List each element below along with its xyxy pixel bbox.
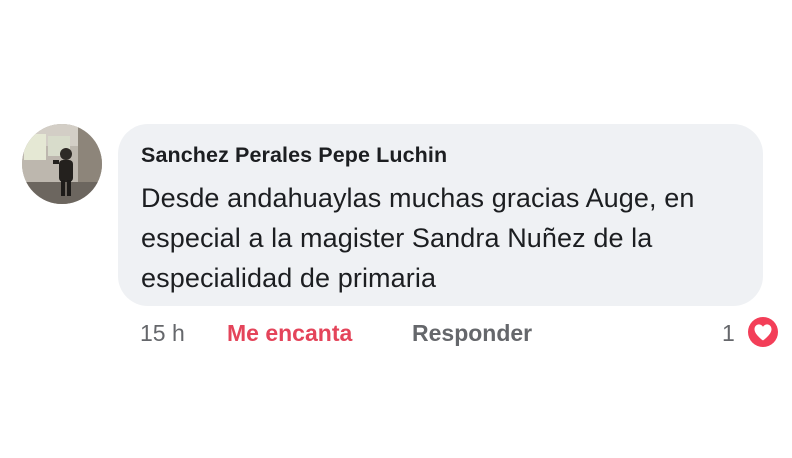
reaction-button[interactable]: Me encanta — [227, 318, 352, 348]
heart-icon[interactable] — [745, 314, 781, 350]
comment-text: Desde andahuaylas muchas gracias Auge, e… — [141, 183, 695, 293]
avatar[interactable] — [22, 124, 102, 204]
reaction-count[interactable]: 1 — [722, 318, 735, 348]
avatar-photo — [22, 124, 102, 204]
reply-button[interactable]: Responder — [412, 318, 532, 348]
comment-author[interactable]: Sanchez Perales Pepe Luchin — [141, 140, 739, 170]
comment: Sanchez Perales Pepe Luchin Desde andahu… — [0, 0, 792, 458]
comment-timestamp[interactable]: 15 h — [140, 318, 185, 348]
comment-bubble: Sanchez Perales Pepe Luchin Desde andahu… — [118, 124, 763, 306]
